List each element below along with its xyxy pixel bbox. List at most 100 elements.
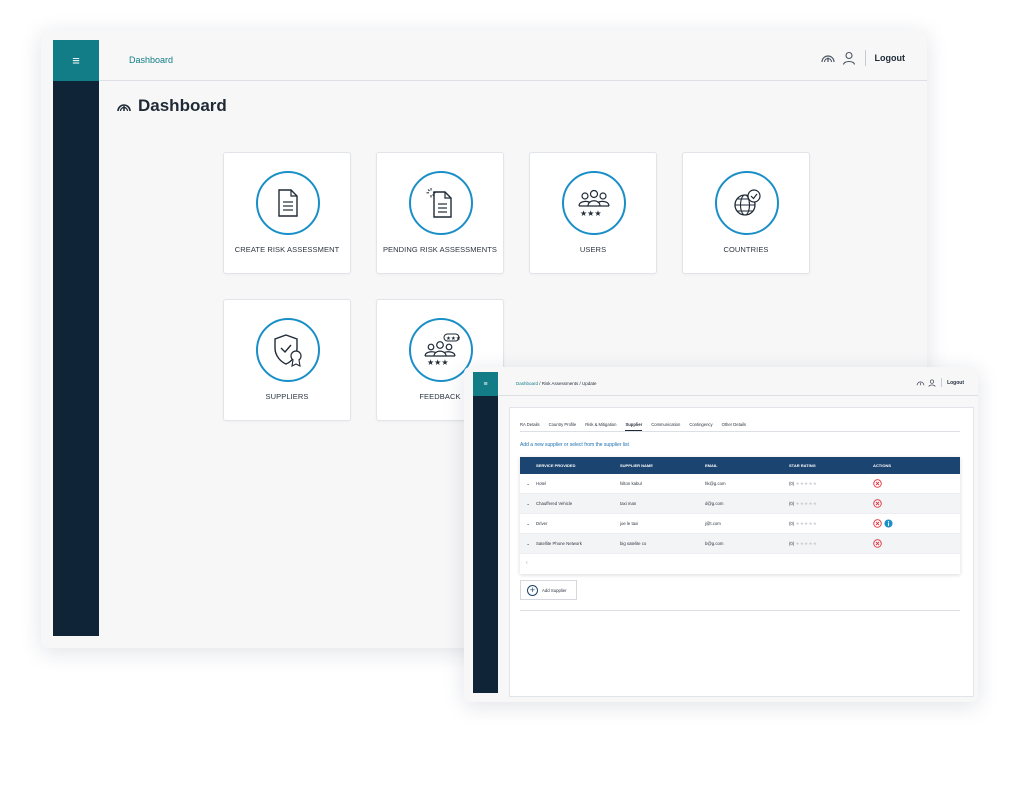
- supplier-table: SERVICE PROVIDED SUPPLIER NAME EMAIL STA…: [520, 457, 960, 574]
- email-cell: hk@g.com: [705, 481, 726, 486]
- table-header: SERVICE PROVIDED SUPPLIER NAME EMAIL STA…: [520, 457, 960, 474]
- chevron-down-icon[interactable]: ⌄: [520, 521, 536, 527]
- logout-link[interactable]: Logout: [947, 380, 964, 386]
- info-icon[interactable]: [884, 519, 893, 528]
- tab-other-details[interactable]: Other Details: [722, 422, 746, 431]
- email-cell: j@t.com: [705, 521, 721, 526]
- shield-badge-icon: [274, 334, 302, 367]
- add-supplier-label: Add Supplier: [542, 587, 567, 593]
- top-right-controls: Logout: [916, 378, 964, 387]
- star-rating-icon[interactable]: ★★★★★: [795, 541, 817, 546]
- table-row[interactable]: ⌄ Satellite Phone Network big satelite c…: [520, 534, 960, 554]
- star-rating-icon[interactable]: ★★★★★: [795, 501, 817, 506]
- supplier-name-cell: hilton kabul: [620, 481, 642, 486]
- star-rating-cell: (0) ★★★★★: [789, 521, 873, 527]
- page-title-text: Dashboard: [138, 96, 227, 115]
- user-icon[interactable]: [842, 51, 856, 65]
- table-row[interactable]: ⌄ Driver joe le taxi j@t.com (0) ★★★★★: [520, 514, 960, 534]
- page-title: Dashboard: [116, 96, 227, 116]
- tab-contingency[interactable]: Contingency: [689, 422, 712, 431]
- rating-count: (0): [789, 520, 795, 526]
- tab-risk-mitigation[interactable]: Risk & Mitigation: [585, 422, 616, 431]
- remove-icon[interactable]: [873, 499, 882, 508]
- card-label: CREATE RISK ASSESSMENT: [234, 245, 340, 254]
- user-icon[interactable]: [928, 378, 936, 387]
- card-users[interactable]: ★★★ USERS: [529, 152, 657, 274]
- speedometer-icon: [117, 104, 131, 112]
- top-bar: Dashboard Logout: [99, 40, 927, 81]
- plus-icon: +: [527, 584, 538, 596]
- chevron-down-icon[interactable]: ⌄: [520, 501, 536, 507]
- remove-icon[interactable]: [873, 479, 882, 488]
- svg-text:★★★: ★★★: [427, 358, 449, 367]
- risk-assessment-update-window: ≡ Dashboard / Risk Assessments / Update …: [464, 367, 978, 702]
- speedometer-icon[interactable]: [820, 51, 836, 65]
- rating-count: (0): [789, 500, 795, 506]
- table-row[interactable]: ⌄ Hotel hilton kabul hk@g.com (0) ★★★★★: [520, 474, 960, 494]
- card-countries[interactable]: COUNTRIES: [682, 152, 810, 274]
- rating-count: (0): [789, 480, 795, 486]
- hamburger-menu-button[interactable]: ≡: [53, 40, 99, 81]
- top-bar: Dashboard / Risk Assessments / Update Lo…: [498, 372, 978, 396]
- svg-text:★★★: ★★★: [580, 209, 602, 218]
- scroll-left-icon[interactable]: ‹: [526, 560, 528, 566]
- card-label: USERS: [579, 245, 607, 254]
- breadcrumb[interactable]: Dashboard: [129, 55, 173, 65]
- speedometer-icon[interactable]: [916, 379, 925, 387]
- column-header: ACTIONS: [873, 463, 891, 468]
- sidebar: [53, 81, 99, 636]
- sidebar: [473, 396, 498, 693]
- column-header: EMAIL: [705, 463, 718, 468]
- chevron-down-icon[interactable]: ⌄: [520, 481, 536, 487]
- table-footer: ‹: [520, 554, 960, 572]
- remove-icon[interactable]: [873, 519, 882, 528]
- add-supplier-button[interactable]: + Add Supplier: [520, 580, 577, 600]
- tab-ra-details[interactable]: RA Details: [520, 422, 540, 431]
- breadcrumb-home-link[interactable]: Dashboard: [516, 381, 538, 386]
- email-cell: b@g.com: [705, 541, 724, 546]
- star-rating-icon[interactable]: ★★★★★: [795, 521, 817, 526]
- service-cell: Driver: [536, 521, 548, 526]
- pending-document-icon: [426, 188, 452, 218]
- breadcrumb: Dashboard / Risk Assessments / Update: [516, 381, 597, 386]
- supplier-subheading[interactable]: Add a new supplier or select from the su…: [520, 442, 629, 448]
- top-right-controls: Logout: [820, 50, 906, 66]
- star-rating-icon[interactable]: ★★★★★: [795, 481, 817, 486]
- star-rating-cell: (0) ★★★★★: [789, 541, 873, 547]
- tab-communication[interactable]: Communication: [651, 422, 680, 431]
- column-header: SERVICE PROVIDED: [536, 463, 576, 468]
- divider: [941, 378, 943, 387]
- card-label: SUPPLIERS: [265, 392, 309, 401]
- document-icon: [278, 189, 298, 217]
- hamburger-menu-button[interactable]: ≡: [473, 372, 498, 396]
- email-cell: d@g.com: [705, 501, 724, 506]
- svg-text:★★★: ★★★: [446, 336, 460, 342]
- supplier-name-cell: joe le taxi: [620, 521, 639, 526]
- divider: [520, 610, 960, 611]
- chevron-down-icon[interactable]: ⌄: [520, 541, 536, 547]
- supplier-panel: RA Details Country Profile Risk & Mitiga…: [509, 407, 974, 697]
- card-create-risk-assessment[interactable]: CREATE RISK ASSESSMENT: [223, 152, 351, 274]
- column-header: STAR RATING: [789, 463, 816, 468]
- feedback-icon: ★★★ ★★★: [424, 333, 460, 367]
- rating-count: (0): [789, 540, 795, 546]
- column-header: SUPPLIER NAME: [620, 463, 653, 468]
- card-label: PENDING RISK ASSESSMENTS: [382, 245, 498, 254]
- supplier-name-cell: big satelite co: [620, 541, 647, 546]
- globe-icon: [734, 189, 761, 216]
- service-cell: Hotel: [536, 481, 547, 486]
- card-suppliers[interactable]: SUPPLIERS: [223, 299, 351, 421]
- table-row[interactable]: ⌄ Chauffered Vehicle taxi man d@g.com (0…: [520, 494, 960, 514]
- star-rating-cell: (0) ★★★★★: [789, 501, 873, 507]
- service-cell: Satellite Phone Network: [536, 541, 582, 546]
- tab-supplier[interactable]: Supplier: [625, 422, 643, 431]
- service-cell: Chauffered Vehicle: [536, 501, 573, 506]
- tab-country-profile[interactable]: Country Profile: [549, 422, 577, 431]
- star-rating-cell: (0) ★★★★★: [789, 481, 873, 487]
- divider: [864, 50, 866, 66]
- remove-icon[interactable]: [873, 539, 882, 548]
- supplier-name-cell: taxi man: [620, 501, 637, 506]
- card-pending-risk-assessments[interactable]: PENDING RISK ASSESSMENTS: [376, 152, 504, 274]
- card-label: COUNTRIES: [723, 245, 769, 254]
- logout-link[interactable]: Logout: [875, 53, 906, 63]
